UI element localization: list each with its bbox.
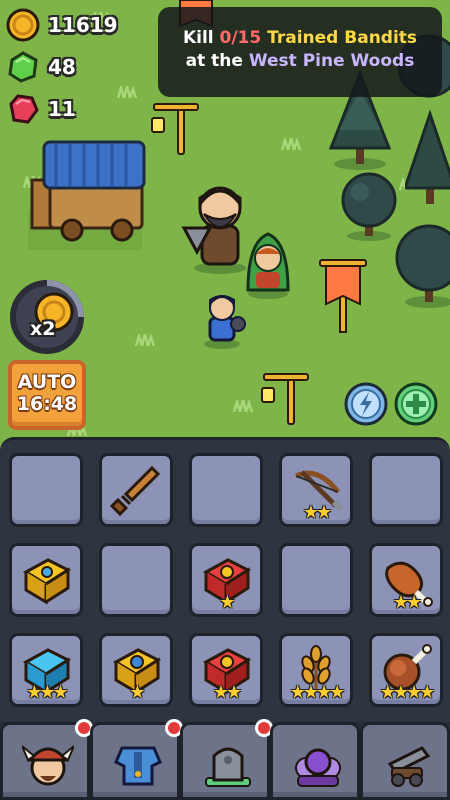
- hero-ranger[interactable]: [240, 228, 296, 300]
- wagon[interactable]: [22, 136, 152, 256]
- inventory-slot[interactable]: ★: [189, 543, 263, 617]
- quest-line-2: at the West Pine Woods: [185, 51, 415, 71]
- armor-icon: [114, 746, 162, 786]
- star-rating: ★★: [392, 592, 422, 613]
- spellbook-icon: [22, 558, 72, 605]
- star-rating: ★: [129, 682, 145, 703]
- gold-counter: 11619: [6, 8, 118, 42]
- pine-tree: [405, 110, 450, 204]
- heal-skill-button[interactable]: [394, 382, 438, 426]
- inventory-slot[interactable]: ★★: [279, 453, 353, 527]
- inventory-slot[interactable]: [99, 453, 173, 527]
- inventory-slot-empty[interactable]: [9, 453, 83, 527]
- quest-progress: 0/15: [219, 28, 262, 48]
- inventory-slot[interactable]: ★★★★: [279, 633, 353, 707]
- tab-siege[interactable]: [360, 722, 450, 800]
- auto-battle-button[interactable]: AUTO 16:48: [8, 360, 86, 430]
- tab-armor[interactable]: [90, 719, 183, 800]
- inventory-slot[interactable]: ★★: [369, 543, 443, 617]
- inventory-slot-empty[interactable]: [99, 543, 173, 617]
- star-rating: ★: [219, 592, 235, 613]
- tab-party[interactable]: [270, 722, 360, 800]
- gravestone-icon: [205, 747, 251, 787]
- inventory-slot[interactable]: ★: [99, 633, 173, 707]
- hero-fighter[interactable]: [198, 288, 248, 350]
- inventory-slot[interactable]: ★★★: [9, 633, 83, 707]
- quest-line-1: Kill 0/15 Trained Bandits: [182, 28, 418, 48]
- inventory-slot-empty[interactable]: [369, 453, 443, 527]
- banner-flag: [319, 259, 367, 333]
- speed-boost-button[interactable]: [6, 276, 88, 358]
- gold-coin-icon: [6, 8, 40, 42]
- tab-heroes[interactable]: [0, 719, 93, 800]
- tab-graveyard[interactable]: [180, 719, 273, 800]
- ruby-counter: 11: [6, 92, 76, 126]
- sword-icon: [109, 465, 161, 517]
- bottom-nav: [0, 719, 450, 800]
- auto-timer: 16:48: [16, 393, 78, 415]
- emerald-value: 48: [48, 55, 76, 79]
- round-tree: [341, 172, 397, 241]
- viking-helmet-icon: [22, 745, 74, 786]
- emerald-icon: [8, 51, 38, 83]
- inventory-slot-empty[interactable]: [279, 543, 353, 617]
- inventory-slot[interactable]: ★★: [189, 633, 263, 707]
- emerald-counter: 48: [6, 50, 76, 84]
- quest-target: Trained Bandits: [261, 28, 418, 48]
- star-rating: ★★: [302, 502, 332, 523]
- ruby-icon: [9, 94, 39, 124]
- cannon-icon: [387, 746, 431, 787]
- star-rating: ★★★: [26, 682, 68, 703]
- lightning-skill-button[interactable]: [344, 382, 388, 426]
- star-rating: ★★★★: [379, 682, 436, 703]
- star-rating: ★★: [212, 682, 242, 703]
- gold-value: 11619: [48, 13, 118, 37]
- ruby-value: 11: [48, 97, 76, 121]
- star-rating: ★★★★: [289, 682, 346, 703]
- inventory-slot[interactable]: ★★★★: [369, 633, 443, 707]
- party-icon: [295, 748, 341, 787]
- inventory-slot-empty[interactable]: [189, 453, 263, 527]
- round-tree: [395, 224, 450, 308]
- speed-multiplier-label: x2: [30, 318, 56, 340]
- quest-location: West Pine Woods: [248, 51, 415, 71]
- lantern-post: [261, 373, 309, 425]
- lantern-post: [151, 103, 199, 155]
- auto-label: AUTO: [17, 371, 77, 393]
- quest-banner[interactable]: Kill 0/15 Trained Bandits at the West Pi…: [158, 7, 442, 97]
- inventory-slot[interactable]: [9, 543, 83, 617]
